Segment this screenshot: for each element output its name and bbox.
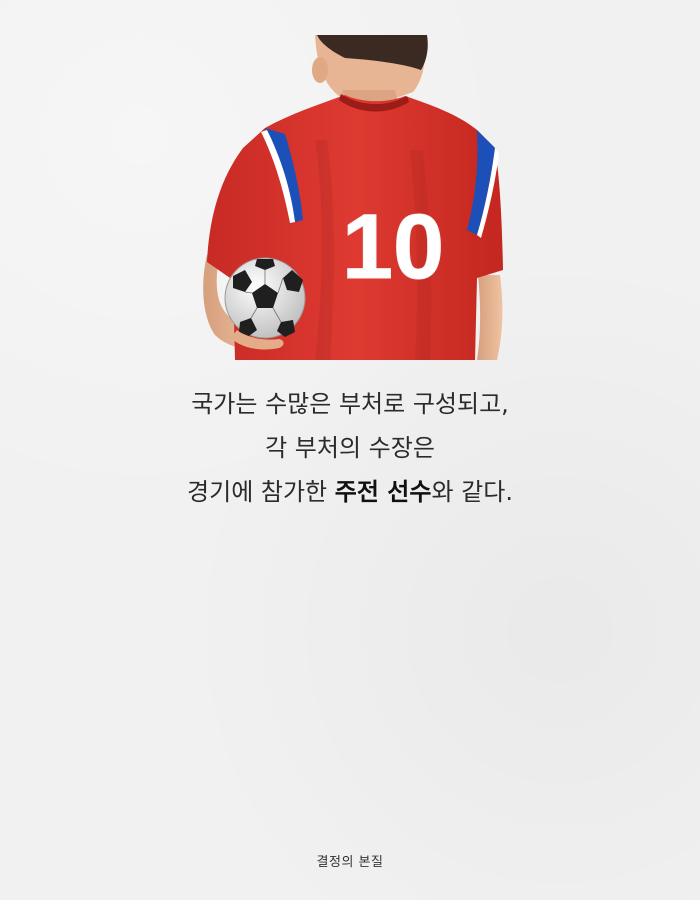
caption-line-3-pre: 경기에 참가한 (187, 478, 335, 506)
jersey-number: 10 (342, 196, 444, 298)
page: 10 국가는 수많은 부처로 구성되고, 각 부처의 수장은 경기에 참가한 주… (0, 0, 700, 900)
caption-line-1: 국가는 수많은 부처로 구성되고, (191, 390, 509, 418)
caption: 국가는 수많은 부처로 구성되고, 각 부처의 수장은 경기에 참가한 주전 선… (0, 382, 700, 514)
soccer-ball-icon (224, 257, 306, 339)
right-arm (477, 275, 503, 360)
footer-brand: 결정의 본질 (316, 855, 384, 870)
caption-line-3-post: 와 같다. (431, 478, 513, 506)
caption-line-3: 경기에 참가한 주전 선수와 같다. (0, 470, 700, 514)
soccer-player-illustration: 10 (203, 35, 503, 360)
caption-emphasis: 주전 선수 (334, 478, 432, 506)
caption-line-2: 각 부처의 수장은 (265, 434, 435, 462)
